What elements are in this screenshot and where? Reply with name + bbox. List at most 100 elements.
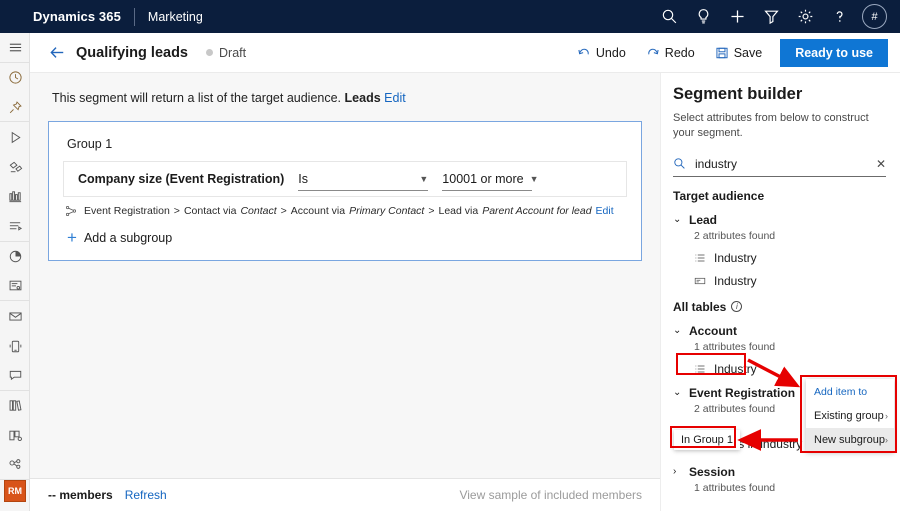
add-subgroup-button[interactable]: + Add a subgroup: [63, 229, 627, 246]
condition-operator-value: Is: [298, 172, 413, 186]
page-title: Qualifying leads: [76, 45, 188, 61]
context-menu-item-label: Existing group: [814, 410, 884, 422]
user-avatar[interactable]: #: [856, 0, 890, 33]
command-bar-actions: Undo Redo Save Ready to use: [567, 39, 900, 67]
filter-icon[interactable]: [754, 0, 788, 33]
text-message-icon[interactable]: [0, 331, 30, 361]
panel-title: Segment builder: [673, 85, 886, 104]
ready-to-use-button[interactable]: Ready to use: [780, 39, 888, 67]
condition-attribute: Company size (Event Registration): [78, 172, 284, 186]
context-menu-item-existing-group[interactable]: Existing group ›: [806, 404, 894, 428]
accounts-icon[interactable]: [0, 450, 30, 480]
add-item-context-menu: Add item to Existing group › New subgrou…: [806, 379, 894, 452]
path-segment-1: Event Registration: [84, 205, 170, 217]
help-icon[interactable]: [822, 0, 856, 33]
condition-operator-dropdown[interactable]: Is ▼: [298, 168, 428, 191]
attribute-lead-industry-text[interactable]: Industry: [694, 274, 886, 288]
chevron-down-icon: ▼: [413, 174, 428, 184]
tree-node-label: Event Registration: [689, 386, 795, 400]
marketing-email-icon[interactable]: [0, 301, 30, 331]
lightbulb-icon[interactable]: [686, 0, 720, 33]
search-input[interactable]: industry: [695, 157, 876, 171]
tree-node-label: Account: [689, 324, 737, 338]
search-icon: [673, 157, 686, 170]
pinned-icon[interactable]: [0, 93, 30, 123]
undo-icon: [577, 46, 591, 60]
view-sample-link[interactable]: View sample of included members: [459, 488, 642, 502]
forms-icon[interactable]: [0, 272, 30, 302]
info-icon[interactable]: i: [731, 301, 742, 312]
tree-node-lead[interactable]: ⌄ Lead: [673, 213, 886, 227]
redo-icon: [646, 46, 660, 60]
target-audience-label: Target audience: [673, 189, 764, 203]
command-bar: Qualifying leads Draft Undo Redo Save Re…: [30, 33, 900, 73]
status-dot-icon: [206, 49, 213, 56]
save-button[interactable]: Save: [705, 41, 773, 65]
group-container: Group 1 Company size (Event Registration…: [48, 121, 642, 261]
attribute-label: Industry: [714, 251, 757, 265]
edit-target-audience-link[interactable]: Edit: [384, 91, 406, 105]
lead-scoring-icon[interactable]: [0, 212, 30, 242]
product-title: Dynamics 365: [33, 9, 121, 24]
tree-node-account[interactable]: ⌄ Account: [673, 324, 886, 338]
relationship-icon: [65, 205, 77, 217]
templates-icon[interactable]: [0, 421, 30, 451]
plus-icon: +: [67, 229, 77, 246]
save-label: Save: [734, 46, 763, 60]
refresh-link[interactable]: Refresh: [125, 488, 167, 502]
chevron-down-icon: ⌄: [673, 387, 682, 398]
customer-journeys-icon[interactable]: [0, 122, 30, 152]
add-icon[interactable]: [720, 0, 754, 33]
attribute-label: Industry: [714, 362, 757, 376]
tree-node-count: 1 attributes found: [694, 341, 886, 353]
segment-description: This segment will return a list of the t…: [52, 91, 642, 105]
optionset-icon: [694, 252, 706, 264]
tree-node-session[interactable]: › Session: [673, 465, 886, 479]
path-segment-3: Contact: [240, 205, 276, 217]
library-icon[interactable]: [0, 391, 30, 421]
attribute-lead-industry-optionset[interactable]: Industry: [694, 251, 886, 265]
search-icon[interactable]: [652, 0, 686, 33]
attribute-account-industry[interactable]: Industry: [694, 362, 886, 376]
members-bar: -- members Refresh View sample of includ…: [30, 478, 660, 511]
recent-clock-icon[interactable]: [0, 63, 30, 93]
context-menu-header: Add item to: [806, 379, 894, 404]
optionset-icon: [694, 363, 706, 375]
save-icon: [715, 46, 729, 60]
all-tables-label: All tables: [673, 300, 726, 314]
brand-bar-actions: #: [652, 0, 900, 33]
analytics-icon[interactable]: [0, 242, 30, 272]
segment-canvas: This segment will return a list of the t…: [30, 73, 660, 478]
hamburger-menu-icon[interactable]: [0, 33, 30, 63]
context-menu-item-label: New subgroup: [814, 434, 885, 446]
app-root: Dynamics 365 Marketing #: [0, 0, 900, 511]
text-icon: [694, 275, 706, 287]
edit-path-link[interactable]: Edit: [596, 205, 614, 217]
path-segment-7: Parent Account for lead: [482, 205, 591, 217]
social-posts-icon[interactable]: [0, 361, 30, 391]
chevron-down-icon: ⌄: [673, 214, 682, 225]
tree-node-count: 2 attributes found: [694, 230, 886, 242]
chevron-right-icon: ›: [885, 435, 888, 445]
path-segment-2: Contact via: [184, 205, 237, 217]
in-group-tooltip: In Group 1: [674, 430, 740, 450]
clear-search-icon[interactable]: ✕: [876, 157, 886, 171]
segments-icon[interactable]: [0, 182, 30, 212]
relationship-path: Event Registration > Contact via Contact…: [63, 197, 627, 217]
left-nav-rail: RM: [0, 33, 30, 511]
settings-gear-icon[interactable]: [788, 0, 822, 33]
context-menu-item-new-subgroup[interactable]: New subgroup ›: [806, 428, 894, 452]
undo-label: Undo: [596, 46, 626, 60]
undo-button[interactable]: Undo: [567, 41, 636, 65]
path-segment-4: Account via: [291, 205, 345, 217]
attribute-search-box[interactable]: industry ✕: [673, 152, 886, 177]
back-arrow-icon[interactable]: [42, 38, 72, 68]
marketing-pages-icon[interactable]: [0, 152, 30, 182]
redo-button[interactable]: Redo: [636, 41, 705, 65]
rail-user-avatar[interactable]: RM: [4, 480, 26, 502]
condition-value-dropdown[interactable]: 10001 or more ▼: [442, 168, 532, 191]
path-segment-5: Primary Contact: [349, 205, 424, 217]
add-subgroup-label: Add a subgroup: [84, 231, 172, 245]
panel-subtitle: Select attributes from below to construc…: [673, 111, 886, 141]
chevron-right-icon: ›: [885, 411, 888, 421]
